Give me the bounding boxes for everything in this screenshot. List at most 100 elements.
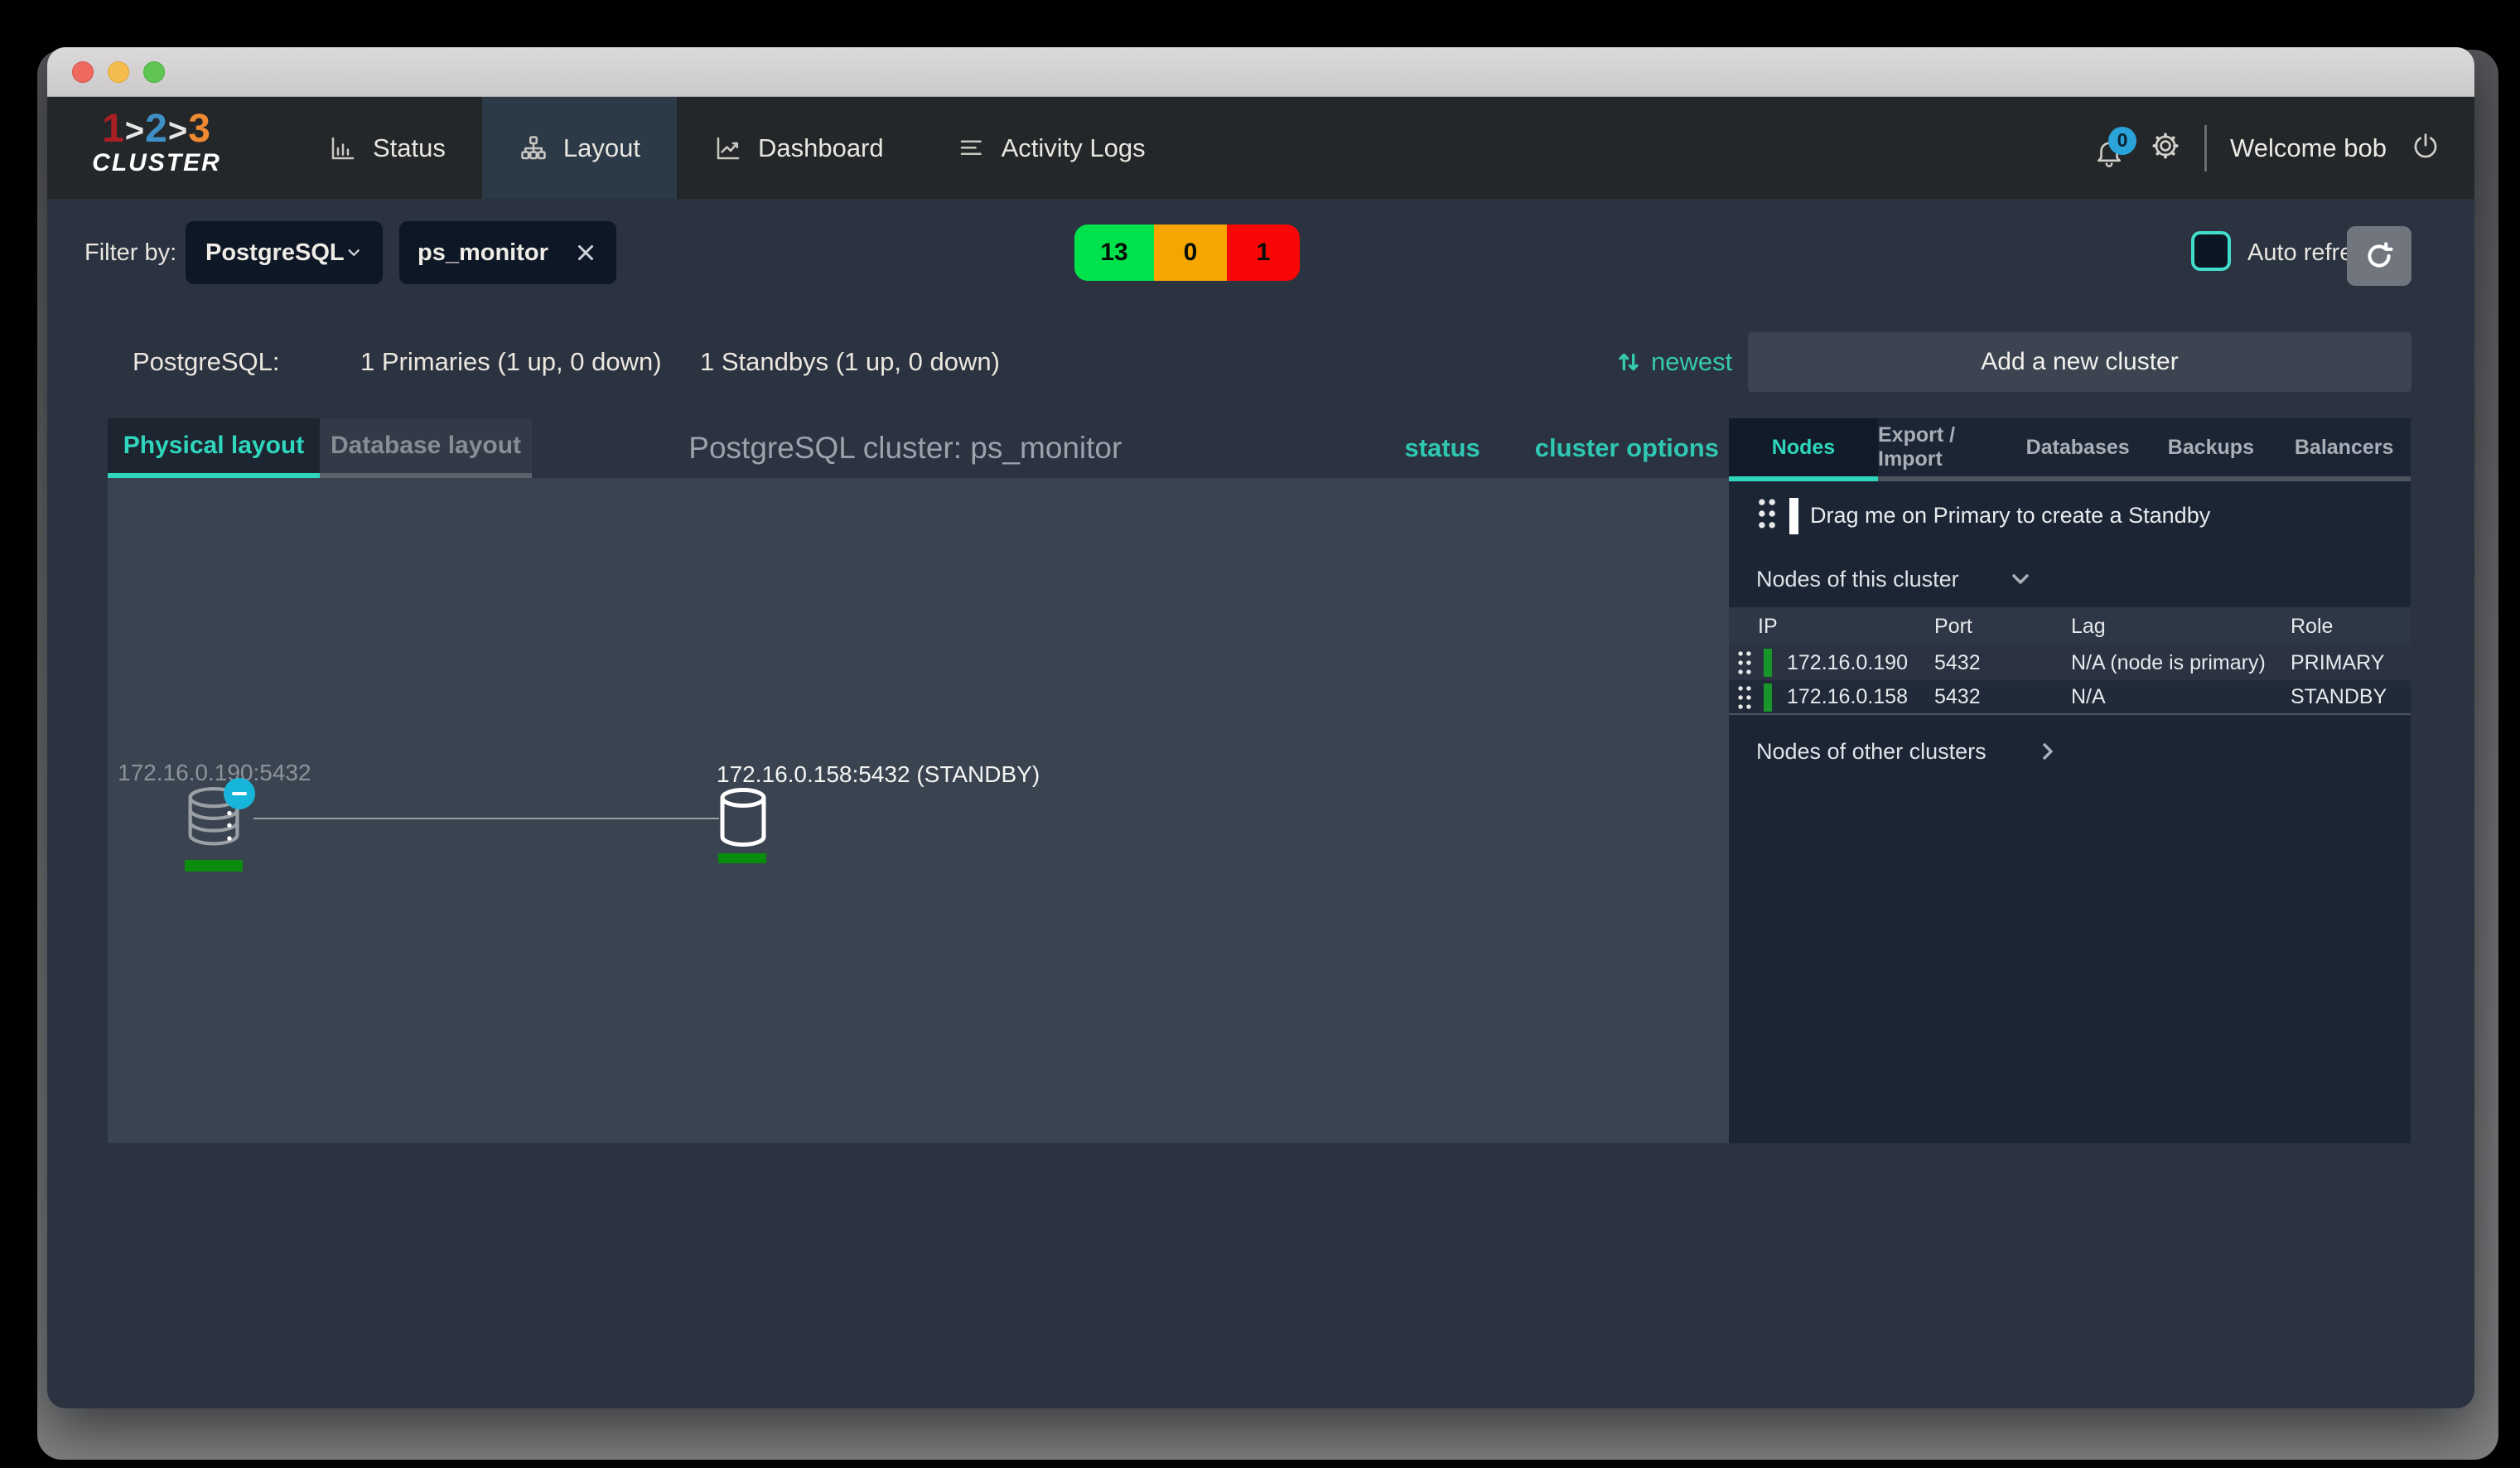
table-row[interactable]: 172.16.0.158 5432 N/A STANDBY <box>1729 680 2411 715</box>
replication-link-line <box>253 818 719 819</box>
cluster-status-counters: 13 0 1 <box>1074 225 1300 281</box>
drag-grip-icon <box>1756 497 1778 534</box>
navbar-divider <box>2204 124 2208 171</box>
drag-hint-text: Drag me on Primary to create a Standby <box>1810 503 2211 528</box>
nav-tab-dashboard[interactable]: Dashboard <box>677 97 920 199</box>
status-link[interactable]: status <box>1404 433 1480 463</box>
cluster-options-link[interactable]: cluster options <box>1535 433 1719 463</box>
settings-button[interactable] <box>2150 130 2181 166</box>
database-cylinder-icon <box>720 788 766 847</box>
sort-arrows-icon <box>1619 353 1639 371</box>
section-label: Nodes of other clusters <box>1756 738 1987 764</box>
logo-word: CLUSTER <box>92 149 221 177</box>
nodes-panel: Nodes Export / Import Databases Backups … <box>1729 418 2411 1143</box>
panel-tab-nodes[interactable]: Nodes <box>1729 418 1878 481</box>
cluster-layout-section: Physical layout Database layout PostgreS… <box>108 418 1729 1143</box>
app-window: 1>2>3 CLUSTER Status Layout Dashboard Ac… <box>47 47 2474 1408</box>
logo-digits: 1>2>3 <box>82 107 231 151</box>
refresh-button[interactable] <box>2347 226 2411 286</box>
db-type-select[interactable]: PostgreSQL <box>186 221 383 284</box>
healthy-count-badge[interactable]: 13 <box>1074 225 1154 281</box>
nav-tab-label: Activity Logs <box>1001 133 1146 162</box>
cell-lag: N/A <box>2071 684 2106 708</box>
header-lag: Lag <box>2071 614 2106 638</box>
panel-tab-export-import[interactable]: Export / Import <box>1878 418 2011 481</box>
cluster-search-input[interactable] <box>418 239 558 267</box>
logout-button[interactable] <box>2410 130 2441 166</box>
chevron-down-icon <box>2011 574 2029 584</box>
nav-tab-status[interactable]: Status <box>292 97 482 199</box>
notifications-button[interactable]: 0 <box>2093 126 2137 167</box>
primaries-summary: 1 Primaries (1 up, 0 down) <box>360 347 662 376</box>
logo-arrow-2: > <box>167 113 189 149</box>
main-nav-tabs: Status Layout Dashboard Activity Logs <box>292 97 1182 199</box>
nodes-of-other-clusters-toggle[interactable]: Nodes of other clusters <box>1756 738 2061 765</box>
row-drag-grip-icon[interactable] <box>1736 684 1754 715</box>
header-role: Role <box>2291 614 2334 638</box>
cell-role: PRIMARY <box>2291 650 2385 674</box>
warning-count-badge[interactable]: 0 <box>1154 225 1227 281</box>
gear-icon <box>2152 133 2179 159</box>
cluster-action-links: status cluster options <box>1404 418 1719 478</box>
cell-ip: 172.16.0.190 <box>1787 650 1908 674</box>
notification-count-badge: 0 <box>2108 126 2137 155</box>
cluster-title: PostgreSQL cluster: ps_monitor <box>688 431 1122 465</box>
cell-port: 5432 <box>1934 684 1981 708</box>
auto-refresh-checkbox[interactable] <box>2191 231 2231 271</box>
add-cluster-button[interactable]: Add a new cluster <box>1748 332 2411 392</box>
cell-lag: N/A (node is primary) <box>2071 650 2266 674</box>
chevron-down-icon <box>348 249 360 256</box>
panel-tab-backups[interactable]: Backups <box>2144 418 2278 481</box>
nodes-table-header: IP Port Lag Role <box>1729 607 2411 645</box>
maximize-window-button[interactable] <box>143 61 165 83</box>
standby-node-label: 172.16.0.158:5432 (STANDBY) <box>717 761 1040 787</box>
topology-canvas[interactable]: 172.16.0.190:5432 172.16.0.158:5432 (STA… <box>108 478 1729 1143</box>
nav-tab-label: Status <box>373 133 446 162</box>
panel-tab-databases[interactable]: Databases <box>2011 418 2145 481</box>
tab-physical-layout[interactable]: Physical layout <box>108 418 320 478</box>
panel-tab-balancers[interactable]: Balancers <box>2277 418 2411 481</box>
error-count-badge[interactable]: 1 <box>1227 225 1300 281</box>
remove-node-badge[interactable] <box>224 778 255 809</box>
logo-digit-1: 1 <box>102 107 125 151</box>
close-window-button[interactable] <box>72 61 94 83</box>
power-icon <box>2414 133 2437 158</box>
nav-tab-label: Layout <box>562 133 640 162</box>
standby-drag-handle[interactable]: Drag me on Primary to create a Standby <box>1756 497 2210 534</box>
app-logo: 1>2>3 CLUSTER <box>82 107 231 177</box>
standby-db-node[interactable] <box>718 788 768 863</box>
section-label: Nodes of this cluster <box>1756 566 1959 592</box>
filter-by-label: Filter by: <box>84 239 177 266</box>
window-titlebar <box>47 47 2474 97</box>
clear-search-button[interactable] <box>573 240 598 265</box>
row-health-bar <box>1764 683 1772 712</box>
header-port: Port <box>1934 614 1972 638</box>
tab-database-layout[interactable]: Database layout <box>320 418 532 478</box>
header-ip: IP <box>1758 614 1778 638</box>
logo-digit-3: 3 <box>188 107 211 151</box>
cell-ip: 172.16.0.158 <box>1787 684 1908 708</box>
db-type-summary-label: PostgreSQL: <box>133 347 280 376</box>
db-type-value: PostgreSQL <box>205 239 345 266</box>
welcome-user-label: Welcome bob <box>2230 133 2387 162</box>
panel-tab-strip: Nodes Export / Import Databases Backups … <box>1729 418 2411 481</box>
nav-tab-activity-logs[interactable]: Activity Logs <box>920 97 1182 199</box>
drag-grip-bar <box>1789 497 1798 534</box>
layout-tab-strip: Physical layout Database layout PostgreS… <box>108 418 1729 478</box>
cell-port: 5432 <box>1934 650 1981 674</box>
row-drag-grip-icon[interactable] <box>1736 649 1754 680</box>
sitemap-icon <box>521 135 546 159</box>
line-chart-icon <box>717 137 740 159</box>
cluster-search-field[interactable] <box>399 221 616 284</box>
nav-tab-label: Dashboard <box>757 133 884 162</box>
nodes-of-this-cluster-toggle[interactable]: Nodes of this cluster <box>1756 566 2034 592</box>
primary-health-bar <box>185 860 243 872</box>
row-health-bar <box>1764 649 1772 677</box>
list-lines-icon <box>960 139 982 155</box>
primary-node-label: 172.16.0.190:5432 <box>118 760 311 785</box>
navbar-right-cluster: 0 Welcome bob <box>2093 97 2441 199</box>
sort-newest-button[interactable]: newest <box>1615 336 1732 389</box>
nav-tab-layout[interactable]: Layout <box>481 97 677 199</box>
minimize-window-button[interactable] <box>108 61 129 83</box>
table-row[interactable]: 172.16.0.190 5432 N/A (node is primary) … <box>1729 645 2411 680</box>
